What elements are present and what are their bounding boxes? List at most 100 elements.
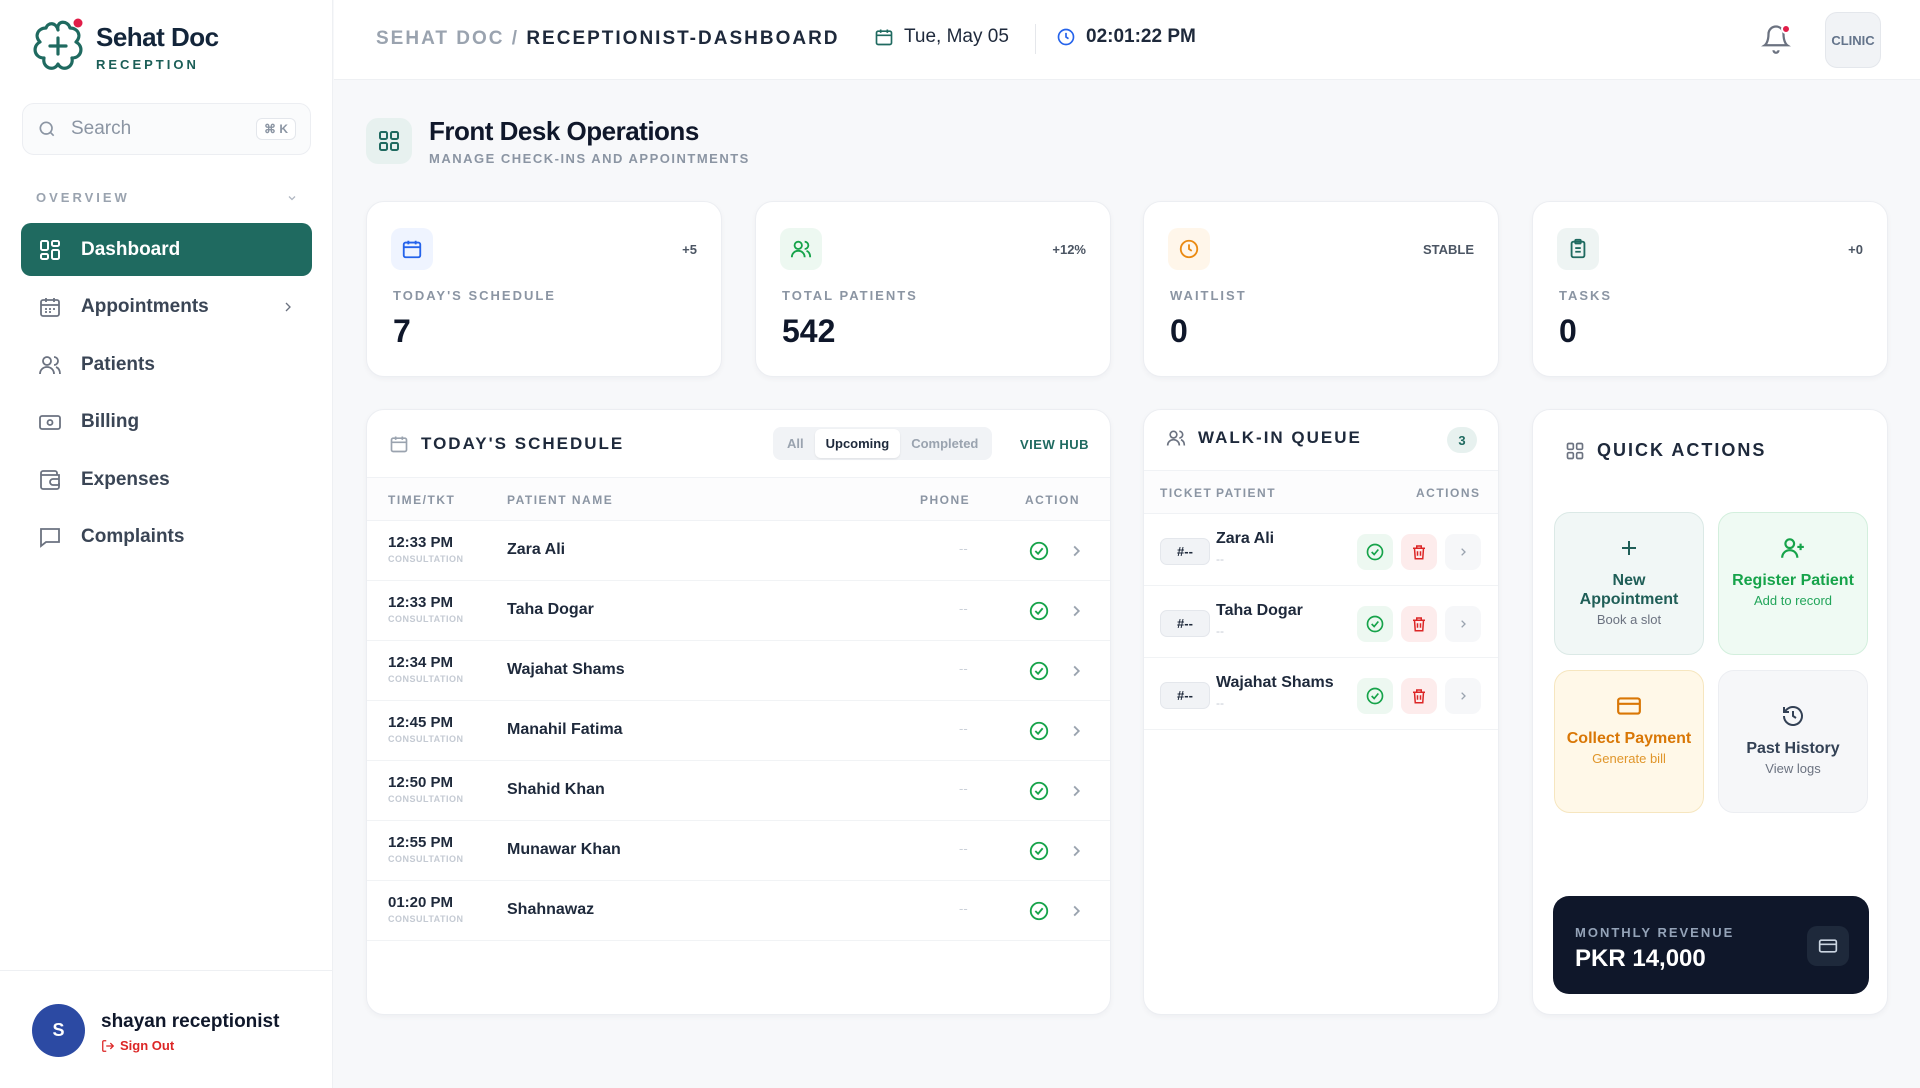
avatar[interactable]: S	[32, 1004, 85, 1057]
grid-icon	[37, 237, 63, 263]
new-appointment-button[interactable]: New Appointment Book a slot	[1554, 512, 1704, 655]
stat-card-schedule[interactable]: +5 TODAY'S SCHEDULE 7	[366, 201, 722, 377]
stat-card-patients[interactable]: +12% TOTAL PATIENTS 542	[755, 201, 1111, 377]
table-header: TICKET PATIENT ACTIONS	[1144, 470, 1498, 514]
list-item[interactable]: #-- Zara Ali --	[1144, 514, 1498, 586]
check-in-icon[interactable]	[1028, 840, 1050, 862]
tile-title: Register Patient	[1732, 572, 1854, 589]
plus-icon	[1614, 533, 1644, 563]
chevron-right-icon[interactable]	[1065, 660, 1087, 682]
brand-name: Sehat Doc	[96, 22, 219, 52]
past-history-button[interactable]: Past History View logs	[1718, 670, 1868, 813]
patient-name[interactable]: Shahnawaz	[507, 901, 594, 919]
details-button[interactable]	[1445, 606, 1481, 642]
monthly-revenue-card[interactable]: MONTHLY REVENUE PKR 14,000	[1553, 896, 1869, 994]
table-row[interactable]: 12:45 PM CONSULTATION Manahil Fatima --	[367, 701, 1110, 761]
user-panel: S shayan receptionist Sign Out	[0, 970, 333, 1088]
check-in-button[interactable]	[1357, 678, 1393, 714]
appointment-time: 12:55 PM	[388, 834, 454, 851]
list-item[interactable]: #-- Taha Dogar --	[1144, 586, 1498, 658]
wallet-icon	[37, 467, 63, 493]
notifications-button[interactable]	[1761, 24, 1791, 54]
appointment-type: CONSULTATION	[388, 794, 464, 804]
view-hub-link[interactable]: VIEW HUB	[1020, 437, 1089, 452]
details-button[interactable]	[1445, 534, 1481, 570]
appointment-time: 12:45 PM	[388, 714, 454, 731]
users-icon	[37, 352, 63, 378]
chevron-right-icon[interactable]	[1065, 840, 1087, 862]
tile-subtitle: View logs	[1765, 761, 1821, 776]
user-plus-icon	[1778, 533, 1808, 563]
delete-button[interactable]	[1401, 606, 1437, 642]
appointment-time: 12:33 PM	[388, 534, 454, 551]
check-in-button[interactable]	[1357, 606, 1393, 642]
details-button[interactable]	[1445, 678, 1481, 714]
list-item[interactable]: #-- Wajahat Shams --	[1144, 658, 1498, 730]
patient-name[interactable]: Shahid Khan	[507, 781, 605, 799]
check-in-icon[interactable]	[1028, 660, 1050, 682]
nav-section-overview[interactable]: OVERVIEW	[36, 190, 298, 205]
stat-value: 0	[1559, 313, 1577, 349]
table-row[interactable]: 12:50 PM CONSULTATION Shahid Khan --	[367, 761, 1110, 821]
check-circle-icon	[1366, 615, 1384, 633]
sidebar-item-expenses[interactable]: Expenses	[21, 453, 312, 506]
sidebar-item-billing[interactable]: Billing	[21, 396, 312, 449]
billing-icon	[37, 409, 63, 435]
patient-name[interactable]: Wajahat Shams	[507, 661, 625, 679]
search-placeholder[interactable]: Search	[71, 118, 256, 140]
table-row[interactable]: 01:20 PM CONSULTATION Shahnawaz --	[367, 881, 1110, 941]
breadcrumb-current: RECEPTIONIST-DASHBOARD	[526, 28, 840, 49]
trash-icon	[1413, 617, 1425, 632]
check-in-icon[interactable]	[1028, 780, 1050, 802]
chevron-right-icon[interactable]	[1065, 720, 1087, 742]
patient-name[interactable]: Taha Dogar	[507, 601, 594, 619]
delete-button[interactable]	[1401, 534, 1437, 570]
revenue-value: PKR 14,000	[1575, 945, 1706, 972]
sign-out-button[interactable]: Sign Out	[101, 1038, 174, 1053]
table-row[interactable]: 12:34 PM CONSULTATION Wajahat Shams --	[367, 641, 1110, 701]
clock-icon	[1168, 228, 1210, 270]
patient-name[interactable]: Munawar Khan	[507, 841, 621, 859]
sidebar-item-dashboard[interactable]: Dashboard	[21, 223, 312, 276]
chevron-right-icon[interactable]	[1065, 600, 1087, 622]
collect-payment-button[interactable]: Collect Payment Generate bill	[1554, 670, 1704, 813]
sidebar-item-appointments[interactable]: Appointments	[21, 281, 312, 334]
stat-card-waitlist[interactable]: STABLE WAITLIST 0	[1143, 201, 1499, 377]
breadcrumb-root[interactable]: SEHAT DOC /	[376, 28, 519, 49]
appointment-type: CONSULTATION	[388, 554, 464, 564]
search-shortcut: ⌘ K	[256, 118, 296, 140]
check-in-button[interactable]	[1357, 534, 1393, 570]
table-row[interactable]: 12:55 PM CONSULTATION Munawar Khan --	[367, 821, 1110, 881]
check-in-icon[interactable]	[1028, 720, 1050, 742]
message-icon	[37, 524, 63, 550]
check-circle-icon	[1366, 687, 1384, 705]
table-row[interactable]: 12:33 PM CONSULTATION Zara Ali --	[367, 521, 1110, 581]
sidebar-item-complaints[interactable]: Complaints	[21, 511, 312, 564]
register-patient-button[interactable]: Register Patient Add to record	[1718, 512, 1868, 655]
chevron-right-icon[interactable]	[1065, 780, 1087, 802]
sidebar-item-patients[interactable]: Patients	[21, 338, 312, 391]
trash-icon	[1413, 689, 1425, 704]
filter-all[interactable]: All	[776, 429, 815, 458]
patient-phone: --	[959, 781, 968, 796]
chevron-right-icon[interactable]	[1065, 540, 1087, 562]
column-header: ACTION	[1025, 493, 1080, 507]
delete-button[interactable]	[1401, 678, 1437, 714]
table-row[interactable]: 12:33 PM CONSULTATION Taha Dogar --	[367, 581, 1110, 641]
check-in-icon[interactable]	[1028, 540, 1050, 562]
patient-name[interactable]: Zara Ali	[507, 541, 565, 559]
search-box[interactable]: Search ⌘ K	[22, 103, 311, 155]
patient-name[interactable]: Manahil Fatima	[507, 721, 623, 739]
appointment-type: CONSULTATION	[388, 914, 464, 924]
sidebar-item-label: Expenses	[81, 468, 170, 490]
filter-completed[interactable]: Completed	[900, 429, 989, 458]
chevron-right-icon[interactable]	[1065, 900, 1087, 922]
clinic-avatar[interactable]: CLINIC	[1825, 12, 1881, 68]
appointment-time: 12:50 PM	[388, 774, 454, 791]
stat-card-tasks[interactable]: +0 TASKS 0	[1532, 201, 1888, 377]
brand[interactable]: Sehat Doc RECEPTION	[30, 18, 219, 76]
filter-upcoming[interactable]: Upcoming	[814, 429, 901, 458]
check-in-icon[interactable]	[1028, 600, 1050, 622]
check-in-icon[interactable]	[1028, 900, 1050, 922]
stat-label: WAITLIST	[1170, 288, 1247, 303]
